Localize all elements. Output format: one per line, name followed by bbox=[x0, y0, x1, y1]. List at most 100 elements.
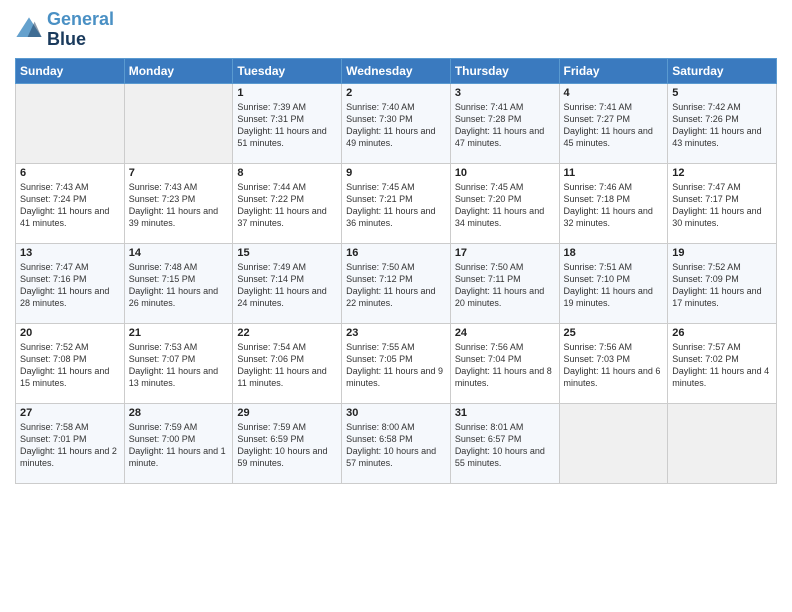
day-info: Sunrise: 7:53 AM Sunset: 7:07 PM Dayligh… bbox=[129, 341, 229, 390]
day-info: Sunrise: 7:49 AM Sunset: 7:14 PM Dayligh… bbox=[237, 261, 337, 310]
calendar-cell: 7Sunrise: 7:43 AM Sunset: 7:23 PM Daylig… bbox=[124, 163, 233, 243]
day-info: Sunrise: 7:41 AM Sunset: 7:28 PM Dayligh… bbox=[455, 101, 555, 150]
calendar-cell: 25 Sunrise: 7:56 AM Sunset: 7:03 PM Dayli… bbox=[559, 323, 668, 403]
calendar-cell: 8 Sunrise: 7:44 AM Sunset: 7:22 PM Daylig… bbox=[233, 163, 342, 243]
calendar-cell: 23 Sunrise: 7:55 AM Sunset: 7:05 PM Dayli… bbox=[342, 323, 451, 403]
calendar-cell: 12 Sunrise: 7:47 AM Sunset: 7:17 PM Dayli… bbox=[668, 163, 777, 243]
day-info: Sunrise: 7:56 AM Sunset: 7:03 PM Dayligh… bbox=[564, 341, 664, 390]
day-number: 7 bbox=[129, 167, 229, 179]
day-number: 2 bbox=[346, 87, 446, 99]
calendar-cell: 21 Sunrise: 7:53 AM Sunset: 7:07 PM Dayli… bbox=[124, 323, 233, 403]
day-info: Sunrise: 7:58 AM Sunset: 7:01 PM Dayligh… bbox=[20, 421, 120, 470]
calendar-cell: 16 Sunrise: 7:50 AM Sunset: 7:12 PM Dayli… bbox=[342, 243, 451, 323]
logo-text: General Blue bbox=[47, 10, 114, 50]
calendar-cell bbox=[16, 83, 125, 163]
day-info: Sunrise: 7:50 AM Sunset: 7:11 PM Dayligh… bbox=[455, 261, 555, 310]
week-row-3: 13 Sunrise: 7:47 AM Sunset: 7:16 PM Dayli… bbox=[16, 243, 777, 323]
calendar-cell: 1Sunrise: 7:39 AM Sunset: 7:31 PM Daylig… bbox=[233, 83, 342, 163]
weekday-header-monday: Monday bbox=[124, 58, 233, 83]
day-number: 3 bbox=[455, 87, 555, 99]
calendar-cell: 4Sunrise: 7:41 AM Sunset: 7:27 PM Daylig… bbox=[559, 83, 668, 163]
day-info: Sunrise: 8:00 AM Sunset: 6:58 PM Dayligh… bbox=[346, 421, 446, 470]
day-number: 23 bbox=[346, 327, 446, 339]
day-info: Sunrise: 7:45 AM Sunset: 7:21 PM Dayligh… bbox=[346, 181, 446, 230]
weekday-header-tuesday: Tuesday bbox=[233, 58, 342, 83]
day-number: 21 bbox=[129, 327, 229, 339]
calendar-cell: 19 Sunrise: 7:52 AM Sunset: 7:09 PM Dayli… bbox=[668, 243, 777, 323]
day-number: 26 bbox=[672, 327, 772, 339]
calendar-cell: 17Sunrise: 7:50 AM Sunset: 7:11 PM Dayli… bbox=[450, 243, 559, 323]
logo: General Blue bbox=[15, 10, 114, 50]
day-number: 6 bbox=[20, 167, 120, 179]
weekday-header-thursday: Thursday bbox=[450, 58, 559, 83]
day-number: 19 bbox=[672, 247, 772, 259]
calendar-cell: 14Sunrise: 7:48 AM Sunset: 7:15 PM Dayli… bbox=[124, 243, 233, 323]
calendar-cell: 20 Sunrise: 7:52 AM Sunset: 7:08 PM Dayli… bbox=[16, 323, 125, 403]
day-number: 25 bbox=[564, 327, 664, 339]
day-number: 20 bbox=[20, 327, 120, 339]
weekday-header-sunday: Sunday bbox=[16, 58, 125, 83]
day-number: 30 bbox=[346, 407, 446, 419]
day-number: 31 bbox=[455, 407, 555, 419]
calendar-table: SundayMondayTuesdayWednesdayThursdayFrid… bbox=[15, 58, 777, 484]
week-row-5: 27 Sunrise: 7:58 AM Sunset: 7:01 PM Dayli… bbox=[16, 403, 777, 483]
day-info: Sunrise: 7:45 AM Sunset: 7:20 PM Dayligh… bbox=[455, 181, 555, 230]
day-number: 16 bbox=[346, 247, 446, 259]
week-row-1: 1Sunrise: 7:39 AM Sunset: 7:31 PM Daylig… bbox=[16, 83, 777, 163]
calendar-cell: 3 Sunrise: 7:41 AM Sunset: 7:28 PM Daylig… bbox=[450, 83, 559, 163]
day-info: Sunrise: 7:56 AM Sunset: 7:04 PM Dayligh… bbox=[455, 341, 555, 390]
calendar-cell: 13 Sunrise: 7:47 AM Sunset: 7:16 PM Dayli… bbox=[16, 243, 125, 323]
day-info: Sunrise: 7:52 AM Sunset: 7:08 PM Dayligh… bbox=[20, 341, 120, 390]
day-info: Sunrise: 7:47 AM Sunset: 7:17 PM Dayligh… bbox=[672, 181, 772, 230]
calendar-cell: 10Sunrise: 7:45 AM Sunset: 7:20 PM Dayli… bbox=[450, 163, 559, 243]
calendar-cell bbox=[668, 403, 777, 483]
day-number: 11 bbox=[564, 167, 664, 179]
day-info: Sunrise: 7:52 AM Sunset: 7:09 PM Dayligh… bbox=[672, 261, 772, 310]
weekday-header-friday: Friday bbox=[559, 58, 668, 83]
day-number: 27 bbox=[20, 407, 120, 419]
day-number: 14 bbox=[129, 247, 229, 259]
day-info: Sunrise: 7:42 AM Sunset: 7:26 PM Dayligh… bbox=[672, 101, 772, 150]
day-info: Sunrise: 7:47 AM Sunset: 7:16 PM Dayligh… bbox=[20, 261, 120, 310]
day-number: 28 bbox=[129, 407, 229, 419]
day-info: Sunrise: 7:59 AM Sunset: 7:00 PM Dayligh… bbox=[129, 421, 229, 470]
day-info: Sunrise: 7:57 AM Sunset: 7:02 PM Dayligh… bbox=[672, 341, 772, 390]
day-number: 15 bbox=[237, 247, 337, 259]
week-row-2: 6Sunrise: 7:43 AM Sunset: 7:24 PM Daylig… bbox=[16, 163, 777, 243]
day-number: 5 bbox=[672, 87, 772, 99]
calendar-cell bbox=[124, 83, 233, 163]
calendar-cell: 15 Sunrise: 7:49 AM Sunset: 7:14 PM Dayli… bbox=[233, 243, 342, 323]
day-number: 12 bbox=[672, 167, 772, 179]
day-info: Sunrise: 7:50 AM Sunset: 7:12 PM Dayligh… bbox=[346, 261, 446, 310]
calendar-cell: 11Sunrise: 7:46 AM Sunset: 7:18 PM Dayli… bbox=[559, 163, 668, 243]
calendar-cell: 31 Sunrise: 8:01 AM Sunset: 6:57 PM Dayli… bbox=[450, 403, 559, 483]
day-number: 22 bbox=[237, 327, 337, 339]
day-number: 24 bbox=[455, 327, 555, 339]
weekday-header-row: SundayMondayTuesdayWednesdayThursdayFrid… bbox=[16, 58, 777, 83]
weekday-header-wednesday: Wednesday bbox=[342, 58, 451, 83]
day-number: 29 bbox=[237, 407, 337, 419]
calendar-cell: 30 Sunrise: 8:00 AM Sunset: 6:58 PM Dayli… bbox=[342, 403, 451, 483]
day-info: Sunrise: 7:44 AM Sunset: 7:22 PM Dayligh… bbox=[237, 181, 337, 230]
day-info: Sunrise: 7:55 AM Sunset: 7:05 PM Dayligh… bbox=[346, 341, 446, 390]
calendar-cell: 2 Sunrise: 7:40 AM Sunset: 7:30 PM Daylig… bbox=[342, 83, 451, 163]
calendar-cell bbox=[559, 403, 668, 483]
calendar-cell: 5 Sunrise: 7:42 AM Sunset: 7:26 PM Daylig… bbox=[668, 83, 777, 163]
day-info: Sunrise: 7:39 AM Sunset: 7:31 PM Dayligh… bbox=[237, 101, 337, 150]
day-number: 18 bbox=[564, 247, 664, 259]
day-number: 8 bbox=[237, 167, 337, 179]
calendar-cell: 6Sunrise: 7:43 AM Sunset: 7:24 PM Daylig… bbox=[16, 163, 125, 243]
logo-icon bbox=[15, 16, 43, 44]
day-info: Sunrise: 7:54 AM Sunset: 7:06 PM Dayligh… bbox=[237, 341, 337, 390]
calendar-cell: 22 Sunrise: 7:54 AM Sunset: 7:06 PM Dayli… bbox=[233, 323, 342, 403]
day-number: 13 bbox=[20, 247, 120, 259]
calendar-cell: 28 Sunrise: 7:59 AM Sunset: 7:00 PM Dayli… bbox=[124, 403, 233, 483]
header: General Blue bbox=[15, 10, 777, 50]
weekday-header-saturday: Saturday bbox=[668, 58, 777, 83]
day-info: Sunrise: 7:40 AM Sunset: 7:30 PM Dayligh… bbox=[346, 101, 446, 150]
calendar-cell: 26 Sunrise: 7:57 AM Sunset: 7:02 PM Dayli… bbox=[668, 323, 777, 403]
calendar-cell: 27 Sunrise: 7:58 AM Sunset: 7:01 PM Dayli… bbox=[16, 403, 125, 483]
calendar-cell: 9Sunrise: 7:45 AM Sunset: 7:21 PM Daylig… bbox=[342, 163, 451, 243]
day-info: Sunrise: 8:01 AM Sunset: 6:57 PM Dayligh… bbox=[455, 421, 555, 470]
day-info: Sunrise: 7:41 AM Sunset: 7:27 PM Dayligh… bbox=[564, 101, 664, 150]
